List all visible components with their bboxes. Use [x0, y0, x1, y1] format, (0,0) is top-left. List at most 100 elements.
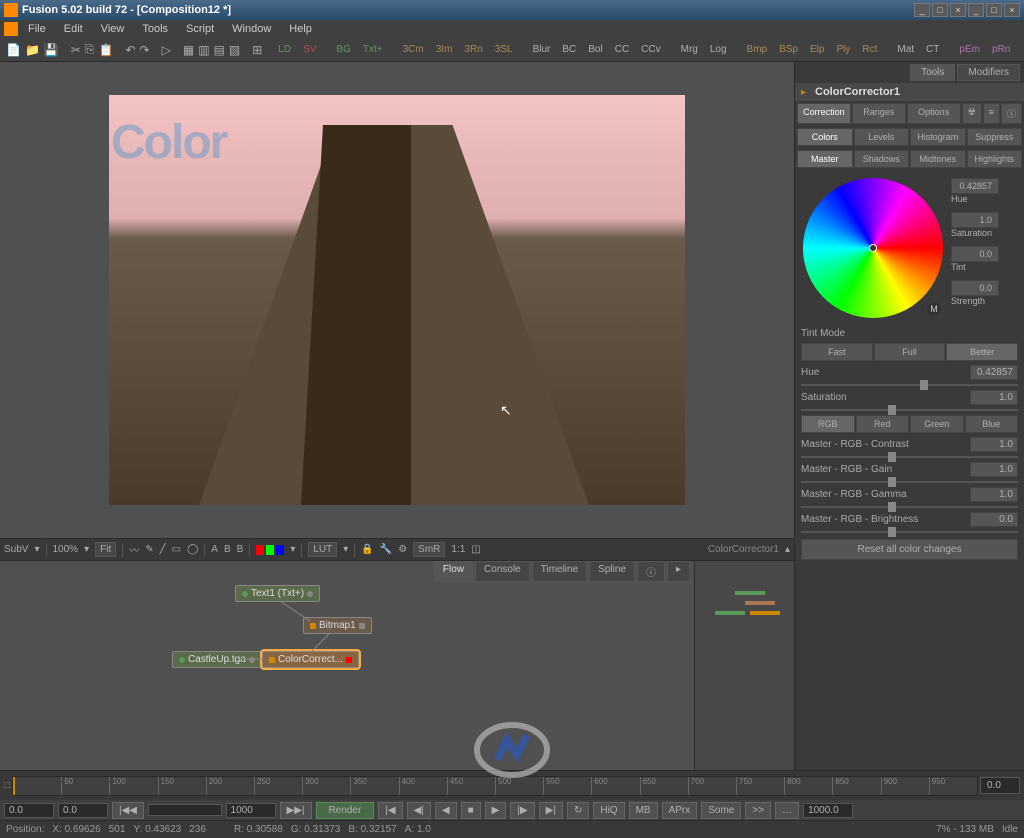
more-icon[interactable]: … [775, 802, 799, 819]
tab-master[interactable]: Master [797, 150, 853, 168]
smr-button[interactable]: SmR [413, 542, 445, 557]
channel-rgb[interactable]: RGB [801, 415, 855, 433]
range-bar[interactable] [148, 804, 222, 816]
tab-options[interactable]: Options [907, 103, 961, 124]
menu-script[interactable]: Script [178, 21, 222, 37]
snap-icon[interactable]: ◫ [471, 544, 480, 555]
a-icon[interactable]: A [211, 544, 218, 555]
tool-blur[interactable]: Blur [529, 42, 555, 57]
freehand-icon[interactable]: ✎ [145, 544, 153, 555]
tool-sv[interactable]: SV [299, 42, 320, 57]
tab-spline[interactable]: Spline [589, 561, 635, 582]
strength-value-field[interactable]: 0.0 [951, 280, 999, 296]
tint-better[interactable]: Better [946, 343, 1018, 361]
menu-view[interactable]: View [93, 21, 133, 37]
forward-icon[interactable]: ▶▶| [280, 802, 312, 819]
tool-3rn[interactable]: 3Rn [460, 42, 486, 57]
ratio-button[interactable]: 1:1 [451, 544, 465, 555]
next-frame-icon[interactable]: |▶ [510, 802, 534, 819]
flow-canvas[interactable]: Flow Console Timeline Spline ⓘ ▸ Text1 (… [0, 561, 694, 770]
tab-shadows[interactable]: Shadows [854, 150, 910, 168]
maximize-button[interactable]: □ [932, 3, 948, 17]
tool-3cm[interactable]: 3Cm [399, 42, 428, 57]
wrench-icon[interactable]: 🔧 [380, 544, 392, 555]
tint-value-field[interactable]: 0.0 [951, 246, 999, 262]
wheel-mode-icon[interactable]: M [927, 302, 941, 316]
playhead[interactable] [13, 777, 15, 795]
tool-txt[interactable]: Txt+ [359, 42, 387, 57]
play-icon[interactable]: ▷ [162, 41, 171, 59]
tool-3im[interactable]: 3Im [432, 42, 457, 57]
current-time-field[interactable]: 0.0 [980, 777, 1020, 794]
minimize-button[interactable]: _ [914, 3, 930, 17]
in2-field[interactable]: 0.0 [58, 803, 108, 818]
tab-ranges[interactable]: Ranges [852, 103, 906, 124]
range-field[interactable]: 1000 [226, 803, 276, 818]
tab-tools[interactable]: Tools [910, 64, 955, 81]
tab-midtones[interactable]: Midtones [910, 150, 966, 168]
gain-slider[interactable] [801, 481, 1018, 483]
out-field[interactable]: 1000.0 [803, 803, 853, 818]
info-icon[interactable]: ⓘ [1001, 103, 1022, 124]
last-frame-icon[interactable]: ▶| [539, 802, 563, 819]
channel-blue[interactable]: Blue [965, 415, 1019, 433]
channel-green[interactable]: Green [910, 415, 964, 433]
play-back-icon[interactable]: ◀ [435, 802, 457, 819]
hue-slider[interactable] [801, 384, 1018, 386]
close-button[interactable]: × [950, 3, 966, 17]
tab-modifiers[interactable]: Modifiers [957, 64, 1020, 81]
rgb-chips[interactable] [256, 545, 284, 555]
time-ruler[interactable]: 5010015020025030035040045050055060065070… [12, 776, 978, 796]
tab-highlights[interactable]: Highlights [967, 150, 1023, 168]
cut-icon[interactable]: ✂ [71, 41, 81, 59]
gain-value[interactable]: 1.0 [970, 462, 1018, 477]
layout1-icon[interactable]: ▦ [183, 41, 194, 59]
tool-elp[interactable]: Elp [806, 42, 828, 57]
sat-slider[interactable] [801, 409, 1018, 411]
menu-help[interactable]: Help [281, 21, 320, 37]
node-text1[interactable]: Text1 (Txt+) [235, 585, 320, 602]
tool-log[interactable]: Log [706, 42, 731, 57]
tab-histogram[interactable]: Histogram [910, 128, 966, 146]
gamma-slider[interactable] [801, 506, 1018, 508]
redo-icon[interactable]: ↷ [140, 41, 150, 59]
zoom-level[interactable]: 100% [53, 544, 79, 555]
viewer[interactable]: Color ↖ [0, 62, 794, 538]
open-icon[interactable]: 📁 [25, 41, 40, 59]
node-bitmap1[interactable]: Bitmap1 [303, 617, 372, 634]
tool-prn[interactable]: pRn [988, 42, 1014, 57]
tool-header[interactable]: ▸ ColorCorrector1 [795, 83, 1024, 101]
node-colorcorrect[interactable]: ColorCorrect... [262, 651, 359, 668]
tool-bc[interactable]: BC [558, 42, 580, 57]
collapse-icon[interactable]: ▸ [801, 87, 811, 98]
color-wheel[interactable]: M [803, 178, 943, 318]
close-child-button[interactable]: × [1004, 3, 1020, 17]
tool-ply[interactable]: Ply [832, 42, 854, 57]
tool-mrg[interactable]: Mrg [677, 42, 702, 57]
timeline-start-icon[interactable]: □ [4, 780, 10, 791]
brightness-value[interactable]: 0.0 [970, 512, 1018, 527]
wheel-picker-icon[interactable] [869, 244, 877, 252]
contrast-slider[interactable] [801, 456, 1018, 458]
loop-icon[interactable]: ↻ [567, 802, 589, 819]
hue-value-field[interactable]: 0.42857 [951, 178, 999, 194]
lut-button[interactable]: LUT [308, 542, 337, 557]
tool-bsp[interactable]: BSp [775, 42, 802, 57]
gear-icon[interactable]: ⚙ [398, 544, 407, 555]
script-icon[interactable]: ≡ [983, 103, 1000, 124]
minimize-child-button[interactable]: _ [968, 3, 984, 17]
tab-console[interactable]: Console [475, 561, 530, 582]
in-field[interactable]: 0.0 [4, 803, 54, 818]
node-castle[interactable]: CastleUp.tga [172, 651, 262, 668]
preview-image[interactable]: Color [109, 95, 685, 505]
tool-rct[interactable]: Rct [858, 42, 881, 57]
layout4-icon[interactable]: ▧ [229, 41, 240, 59]
subv-dropdown[interactable]: SubV [4, 544, 28, 555]
first-frame-icon[interactable]: |◀ [378, 802, 402, 819]
menu-window[interactable]: Window [224, 21, 279, 37]
tool-mat[interactable]: Mat [893, 42, 918, 57]
tool-pem[interactable]: pEm [955, 42, 984, 57]
tab-flow[interactable]: Flow [434, 561, 473, 582]
tool-cc[interactable]: CC [611, 42, 633, 57]
expand-icon[interactable]: ▴ [785, 544, 790, 555]
